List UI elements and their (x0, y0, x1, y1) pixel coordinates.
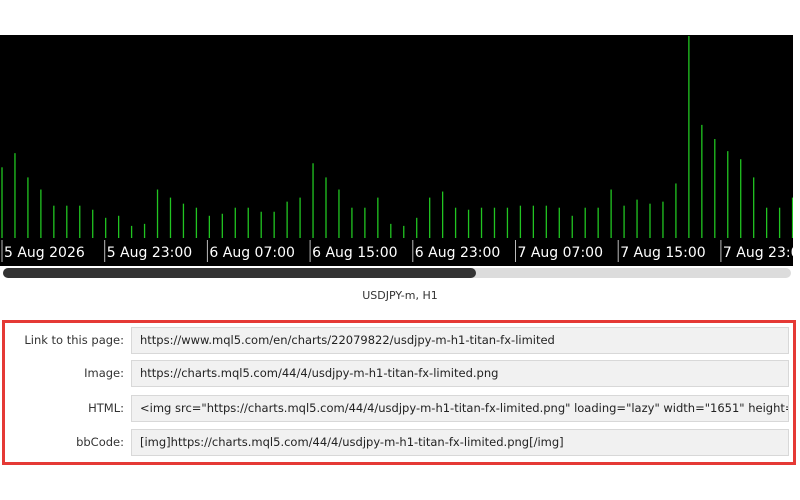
x-axis-tick-label: 5 Aug 2026 (4, 245, 85, 261)
html-label: HTML: (88, 401, 124, 415)
scrollbar-thumb[interactable] (3, 268, 476, 278)
image-label: Image: (84, 366, 124, 380)
x-axis-tick-label: 6 Aug 07:00 (209, 245, 295, 261)
share-row-image: Image: https://charts.mql5.com/44/4/usdj… (5, 360, 793, 387)
x-axis-tick-label: 7 Aug 15:00 (620, 245, 706, 261)
bbcode-label: bbCode: (76, 435, 124, 449)
x-axis-tick-label: 5 Aug 23:00 (107, 245, 193, 261)
image-url-field[interactable]: https://charts.mql5.com/44/4/usdjpy-m-h1… (131, 360, 789, 387)
x-axis-tick-label: 7 Aug 07:00 (518, 245, 604, 261)
share-row-link: Link to this page: https://www.mql5.com/… (5, 327, 793, 354)
x-axis-tick-label: 6 Aug 15:00 (312, 245, 398, 261)
volume-chart-svg: 5 Aug 2026 5 Aug 23:00 6 Aug 07:00 6 Aug 15… (1, 36, 793, 262)
volume-chart[interactable]: 5 Aug 2026 5 Aug 23:00 6 Aug 07:00 6 Aug 15… (0, 35, 793, 266)
share-row-html: HTML: <img src="https://charts.mql5.com/… (5, 395, 793, 422)
link-field[interactable]: https://www.mql5.com/en/charts/22079822/… (131, 327, 789, 354)
x-axis-tick-label: 6 Aug 23:00 (415, 245, 501, 261)
share-links-panel: Link to this page: https://www.mql5.com/… (2, 320, 796, 465)
share-row-bbcode: bbCode: [img]https://charts.mql5.com/44/… (5, 429, 793, 456)
chart-scrollbar[interactable] (3, 268, 791, 278)
chart-symbol-caption: USDJPY-m, H1 (362, 289, 438, 302)
x-axis-tick-label: 7 Aug 23:00 (723, 245, 793, 261)
bbcode-field[interactable]: [img]https://charts.mql5.com/44/4/usdjpy… (131, 429, 789, 456)
html-code-field[interactable]: <img src="https://charts.mql5.com/44/4/u… (131, 395, 789, 422)
link-label: Link to this page: (24, 333, 124, 347)
